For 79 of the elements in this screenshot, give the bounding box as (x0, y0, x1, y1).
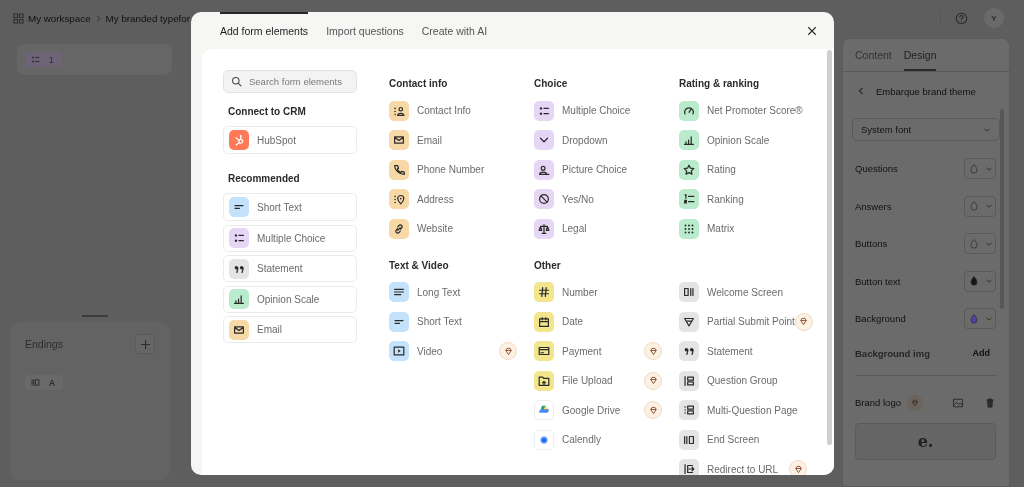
element-option[interactable]: Short Text (223, 193, 357, 221)
setting-label: Buttons (855, 238, 888, 250)
element-option[interactable]: Payment (534, 340, 602, 362)
element-option[interactable]: Phone Number (389, 158, 485, 181)
element-option[interactable]: Email (389, 129, 442, 151)
element-option[interactable]: Ranking (679, 188, 744, 210)
help-icon[interactable] (955, 11, 968, 25)
panel-tab[interactable]: Design (903, 39, 937, 71)
element-option[interactable]: Number (534, 281, 598, 303)
element-option[interactable]: Long Text (389, 281, 461, 303)
section-heading: Text & Video (389, 258, 450, 273)
element-option[interactable]: Email (223, 316, 357, 343)
element-option[interactable]: Net Promoter Score® (679, 99, 803, 122)
element-option[interactable]: Matrix (679, 217, 735, 240)
setting-label: Background (855, 313, 906, 325)
apps-grid-icon[interactable] (13, 12, 24, 24)
color-picker[interactable] (964, 195, 996, 217)
search-field[interactable]: Search form elements (223, 70, 357, 93)
choice-list-icon (30, 54, 41, 65)
element-option[interactable]: Dropdown (534, 129, 608, 151)
element-option[interactable]: Google Drive (534, 399, 621, 421)
element-option[interactable]: Redirect to URL (679, 458, 779, 475)
section-heading: Other (534, 258, 562, 273)
chevron-right-icon (94, 14, 102, 22)
color-picker[interactable] (964, 158, 996, 180)
brand-logo: e. (917, 431, 934, 451)
element-option[interactable]: End Screen (679, 428, 760, 451)
element-option[interactable]: Partial Submit Point (679, 310, 795, 333)
setting-label: Questions (855, 163, 898, 175)
element-option[interactable]: Statement (679, 340, 753, 362)
setting-label: Answers (855, 200, 892, 212)
plus-icon (139, 338, 151, 350)
color-picker[interactable] (964, 270, 996, 292)
setting-label: Button text (855, 275, 901, 287)
trash-icon[interactable] (984, 396, 996, 409)
image-icon[interactable] (952, 396, 964, 409)
element-option[interactable]: Short Text (389, 310, 462, 333)
breadcrumb-link[interactable]: My workspace (28, 12, 91, 24)
chevron-down-icon (984, 202, 993, 211)
breadcrumb-link[interactable]: My branded typefor (105, 12, 191, 24)
section-heading: Choice (534, 77, 569, 91)
element-option[interactable]: Legal (534, 217, 587, 240)
element-option[interactable]: Welcome Screen (679, 281, 783, 303)
setting-label: Background img (855, 347, 930, 359)
element-option[interactable]: Date (534, 310, 584, 333)
element-option[interactable]: Contact Info (389, 99, 471, 122)
element-option[interactable]: Opinion Scale (223, 285, 357, 313)
element-option[interactable]: Multiple Choice (223, 224, 357, 252)
element-option[interactable]: Picture Choice (534, 158, 628, 181)
element-option[interactable]: Video (389, 340, 443, 362)
element-option[interactable]: HubSpot (223, 126, 357, 154)
element-option[interactable]: Calendly (534, 428, 601, 451)
element-option[interactable]: Rating (679, 158, 736, 181)
dialog-tab[interactable]: Create with AI (421, 12, 488, 49)
dialog-tab[interactable]: Import questions (326, 12, 404, 49)
theme-name: Embarque brand theme (876, 85, 976, 97)
section-heading: Connect to CRM (228, 105, 307, 119)
end-screen-icon (30, 377, 41, 388)
element-option[interactable]: File Upload (534, 369, 613, 392)
element-option[interactable]: Multiple Choice (534, 99, 631, 122)
element-option[interactable]: Address (389, 188, 454, 210)
section-heading: Rating & ranking (679, 77, 760, 91)
section-heading: Contact info (389, 77, 449, 91)
close-icon (807, 25, 817, 36)
setting-label: Brand logo (855, 397, 901, 408)
color-picker[interactable] (964, 308, 996, 330)
color-picker[interactable] (964, 233, 996, 255)
element-option[interactable]: Website (389, 217, 453, 240)
font-select[interactable]: System font (852, 118, 1000, 141)
element-option[interactable]: Question Group (679, 369, 778, 392)
element-option[interactable]: Statement (223, 255, 357, 282)
section-heading: Recommended (228, 172, 301, 186)
element-option[interactable]: Multi-Question Page (679, 399, 798, 421)
add-button[interactable] (135, 334, 155, 354)
element-option[interactable]: Opinion Scale (679, 129, 770, 151)
back-icon[interactable] (857, 87, 865, 95)
chevron-down-icon (984, 277, 993, 286)
element-option[interactable]: Yes/No (534, 188, 594, 210)
scrollbar-thumb[interactable] (827, 50, 832, 445)
